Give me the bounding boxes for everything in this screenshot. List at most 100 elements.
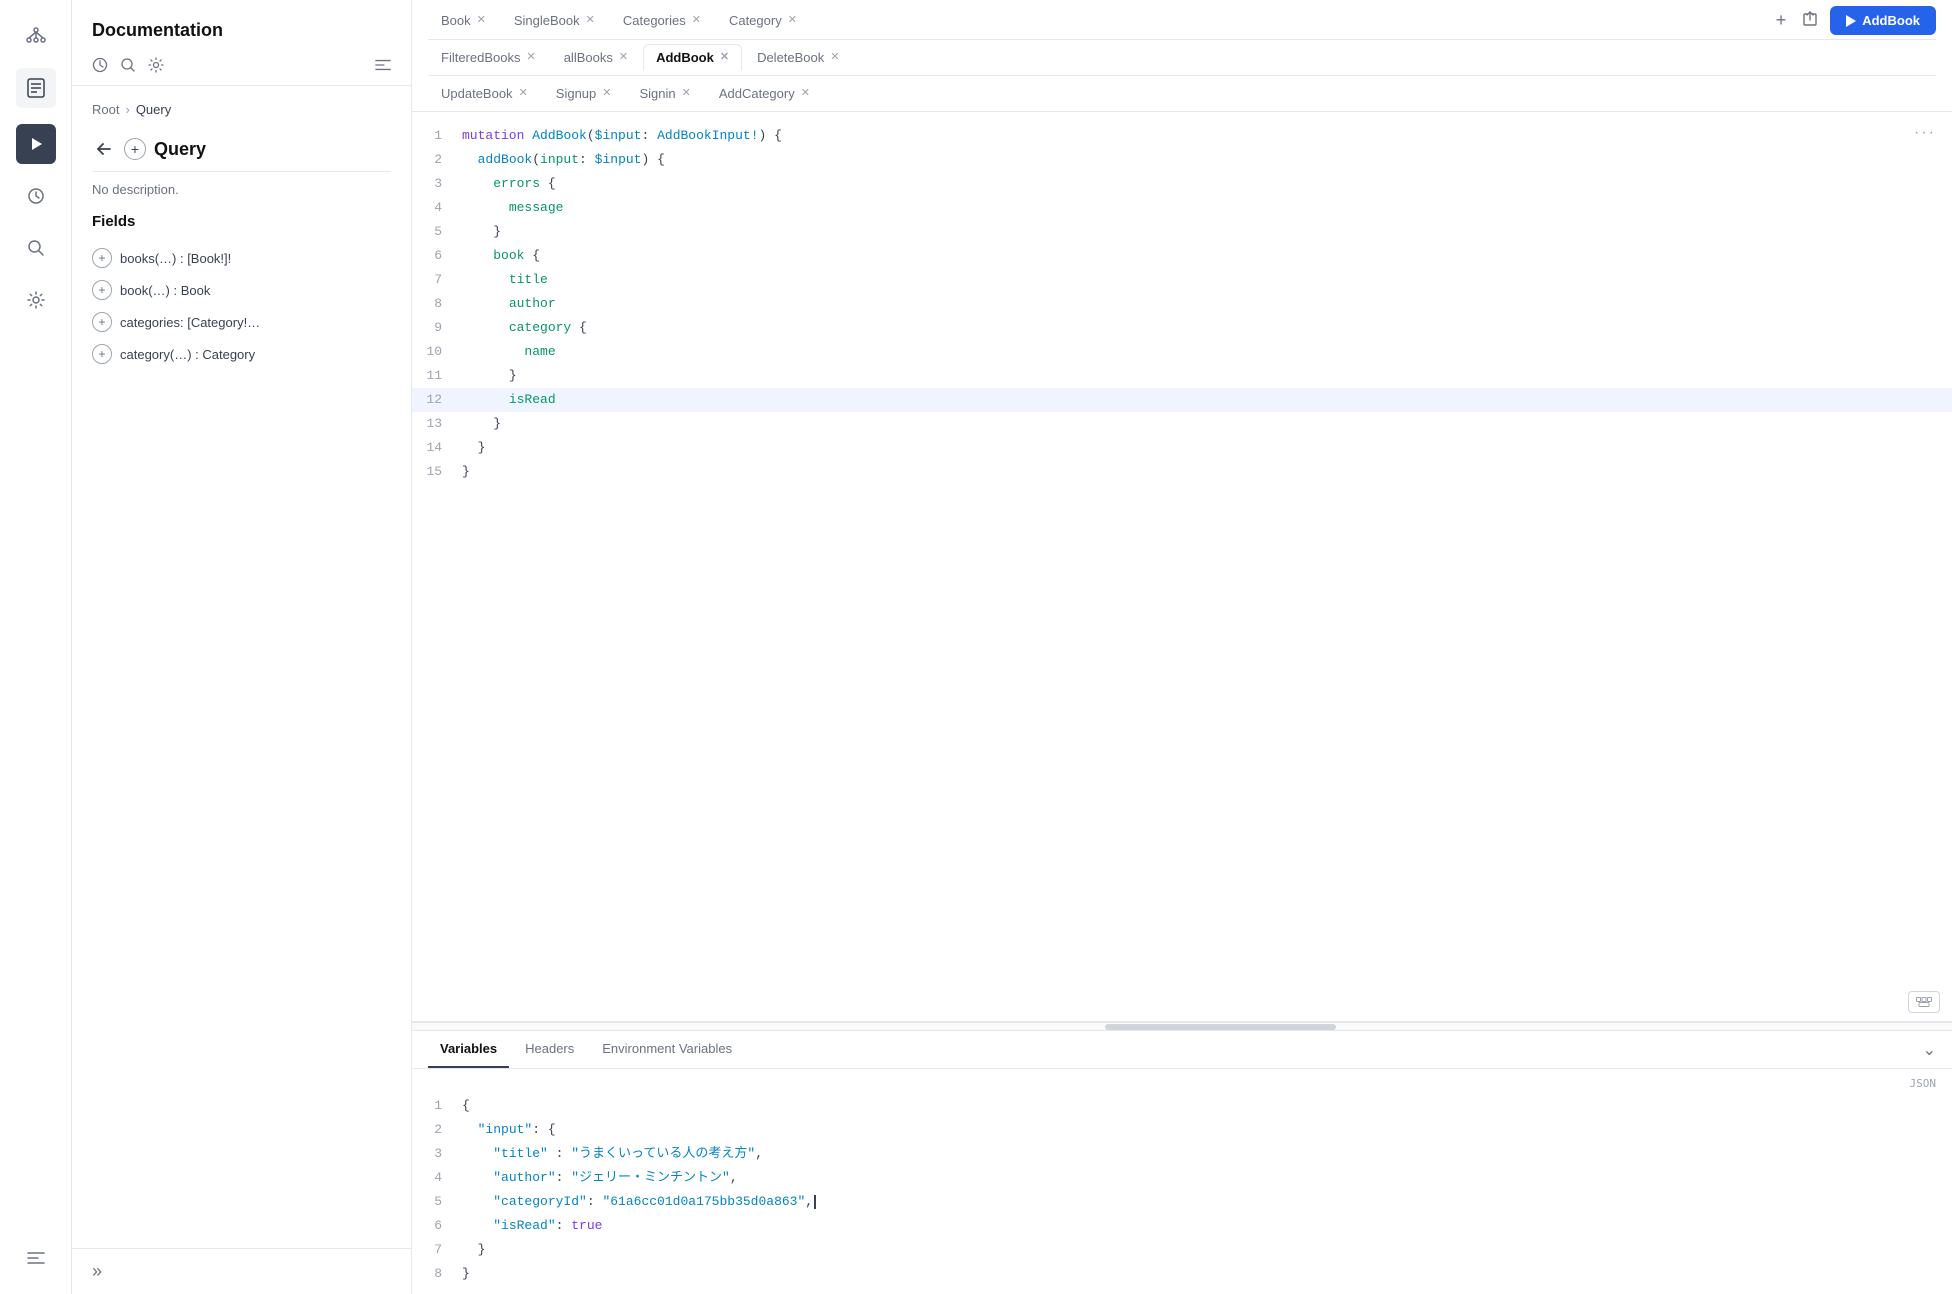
editor-toolbar-bottom bbox=[1908, 991, 1940, 1013]
breadcrumb-current: Query bbox=[136, 102, 171, 117]
horizontal-scrollbar[interactable] bbox=[412, 1022, 1952, 1030]
code-line-8: 8 author bbox=[412, 292, 1952, 316]
line-num-4: 4 bbox=[412, 197, 462, 219]
run-button[interactable]: AddBook bbox=[1830, 6, 1936, 35]
field-item-category[interactable]: + category(…) : Category bbox=[92, 338, 391, 370]
tab-updatebook[interactable]: UpdateBook ✕ bbox=[428, 80, 541, 107]
var-tab-actions: ⌄ bbox=[1923, 1040, 1936, 1060]
tab-signin-close[interactable]: ✕ bbox=[682, 88, 691, 99]
code-editor[interactable]: ··· 1 mutation AddBook($input: AddBookIn… bbox=[412, 112, 1952, 1022]
line-content-12: isRead bbox=[462, 389, 556, 411]
tab-row-2: FilteredBooks ✕ allBooks ✕ AddBook ✕ Del… bbox=[428, 39, 1936, 75]
tab-deletebook[interactable]: DeleteBook ✕ bbox=[744, 44, 852, 71]
more-options-button[interactable]: ··· bbox=[1914, 124, 1936, 142]
line-num-5: 5 bbox=[412, 221, 462, 243]
code-line-12: 12 isRead bbox=[412, 388, 1952, 412]
field-add-icon-book[interactable]: + bbox=[92, 280, 112, 300]
run-button-label: AddBook bbox=[1862, 13, 1920, 28]
tab-addbook-close[interactable]: ✕ bbox=[720, 52, 729, 63]
tab-singlebook[interactable]: SingleBook ✕ bbox=[501, 7, 608, 34]
tab-deletebook-label: DeleteBook bbox=[757, 50, 824, 65]
add-section-button[interactable]: + bbox=[124, 138, 146, 160]
variables-editor[interactable]: JSON 1 { 2 "input": { 3 "title" : "うまくいっ… bbox=[412, 1069, 1952, 1294]
tab-categories[interactable]: Categories ✕ bbox=[610, 7, 714, 34]
variables-tab[interactable]: Variables bbox=[428, 1031, 509, 1068]
tab-singlebook-label: SingleBook bbox=[514, 13, 580, 28]
code-line-4: 4 message bbox=[412, 196, 1952, 220]
sidebar: Documentation Root › bbox=[72, 0, 412, 1294]
add-tab-button[interactable]: + bbox=[1772, 6, 1791, 35]
icon-bar bbox=[0, 0, 72, 1294]
field-text-category: category(…) : Category bbox=[120, 347, 255, 362]
variables-collapse-button[interactable]: ⌄ bbox=[1923, 1040, 1936, 1060]
tab-addcategory[interactable]: AddCategory ✕ bbox=[706, 80, 823, 107]
back-button[interactable] bbox=[92, 137, 116, 161]
line-content-14: } bbox=[462, 437, 485, 459]
var-line-num-5: 5 bbox=[412, 1191, 462, 1213]
var-line-num-6: 6 bbox=[412, 1215, 462, 1237]
headers-tab[interactable]: Headers bbox=[513, 1031, 586, 1068]
tab-filteredbooks-label: FilteredBooks bbox=[441, 50, 520, 65]
line-content-3: errors { bbox=[462, 173, 556, 195]
history-icon[interactable] bbox=[16, 176, 56, 216]
line-num-12: 12 bbox=[412, 389, 462, 411]
settings-small-icon[interactable] bbox=[148, 57, 164, 73]
tab-allbooks-close[interactable]: ✕ bbox=[619, 52, 628, 63]
var-content-2: "input": { bbox=[462, 1119, 556, 1141]
line-content-8: author bbox=[462, 293, 556, 315]
play-icon[interactable] bbox=[16, 124, 56, 164]
tab-signup-close[interactable]: ✕ bbox=[602, 88, 611, 99]
graph-icon[interactable] bbox=[16, 16, 56, 56]
tab-book[interactable]: Book ✕ bbox=[428, 7, 499, 34]
tab-signin[interactable]: Signin ✕ bbox=[626, 80, 703, 107]
var-content-8: } bbox=[462, 1263, 470, 1285]
var-content-7: } bbox=[462, 1239, 485, 1261]
keyboard-shortcut-icon[interactable] bbox=[1908, 991, 1940, 1013]
field-item-book[interactable]: + book(…) : Book bbox=[92, 274, 391, 306]
var-line-num-4: 4 bbox=[412, 1167, 462, 1189]
field-add-icon-books[interactable]: + bbox=[92, 248, 112, 268]
tab-signin-label: Signin bbox=[639, 86, 675, 101]
tab-filteredbooks-close[interactable]: ✕ bbox=[526, 52, 535, 63]
tab-deletebook-close[interactable]: ✕ bbox=[830, 52, 839, 63]
tab-categories-close[interactable]: ✕ bbox=[692, 15, 701, 26]
field-add-icon-categories[interactable]: + bbox=[92, 312, 112, 332]
tab-allbooks[interactable]: allBooks ✕ bbox=[551, 44, 641, 71]
share-button[interactable] bbox=[1798, 7, 1822, 34]
settings-icon[interactable] bbox=[16, 280, 56, 320]
search-icon[interactable] bbox=[16, 228, 56, 268]
tab-addcategory-close[interactable]: ✕ bbox=[801, 88, 810, 99]
line-content-4: message bbox=[462, 197, 563, 219]
sidebar-collapse-button[interactable]: » bbox=[92, 1261, 102, 1282]
tab-addbook-label: AddBook bbox=[656, 50, 714, 65]
field-item-books[interactable]: + books(…) : [Book!]! bbox=[92, 242, 391, 274]
editor-area: ··· 1 mutation AddBook($input: AddBookIn… bbox=[412, 112, 1952, 1294]
var-line-num-7: 7 bbox=[412, 1239, 462, 1261]
scrollbar-thumb[interactable] bbox=[1105, 1024, 1336, 1030]
code-line-14: 14 } bbox=[412, 436, 1952, 460]
tab-category-label: Category bbox=[729, 13, 782, 28]
tab-addcategory-label: AddCategory bbox=[719, 86, 795, 101]
divider-1 bbox=[92, 171, 391, 172]
field-item-categories[interactable]: + categories: [Category!… bbox=[92, 306, 391, 338]
tab-category-close[interactable]: ✕ bbox=[788, 15, 797, 26]
field-add-icon-category[interactable]: + bbox=[92, 344, 112, 364]
breadcrumb-root[interactable]: Root bbox=[92, 102, 119, 117]
tab-updatebook-close[interactable]: ✕ bbox=[519, 88, 528, 99]
history-small-icon[interactable] bbox=[92, 57, 108, 73]
tab-signup[interactable]: Signup ✕ bbox=[543, 80, 625, 107]
line-content-15: } bbox=[462, 461, 470, 483]
tab-singlebook-close[interactable]: ✕ bbox=[586, 15, 595, 26]
tab-addbook[interactable]: AddBook ✕ bbox=[643, 44, 742, 71]
tab-book-label: Book bbox=[441, 13, 471, 28]
sidebar-bottom: » bbox=[72, 1248, 411, 1294]
var-line-num-2: 2 bbox=[412, 1119, 462, 1141]
tab-category[interactable]: Category ✕ bbox=[716, 7, 810, 34]
tab-book-close[interactable]: ✕ bbox=[477, 15, 486, 26]
document-icon[interactable] bbox=[16, 68, 56, 108]
tab-filteredbooks[interactable]: FilteredBooks ✕ bbox=[428, 44, 549, 71]
search-small-icon[interactable] bbox=[120, 57, 136, 73]
collapse-icon[interactable] bbox=[375, 58, 391, 72]
collapse-sidebar-icon[interactable] bbox=[16, 1238, 56, 1278]
environment-variables-tab[interactable]: Environment Variables bbox=[590, 1031, 744, 1068]
